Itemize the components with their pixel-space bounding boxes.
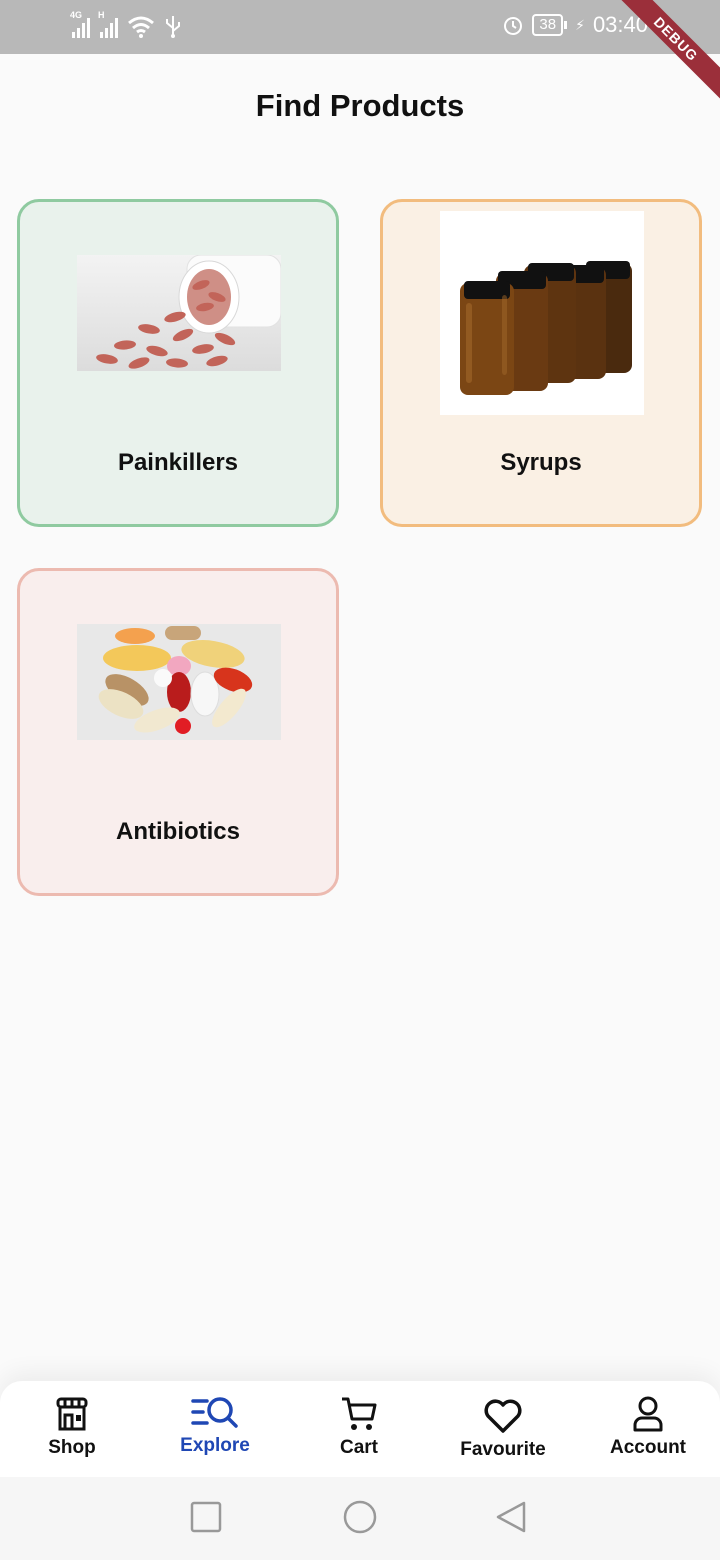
status-icons-left: 4G H [70, 10, 182, 38]
explore-search-icon [191, 1397, 238, 1428]
syrups-image [440, 211, 644, 415]
nav-label-account: Account [610, 1437, 686, 1458]
alarm-icon [504, 17, 523, 35]
status-icons-right: 38 ⚡ 03:40 [502, 12, 648, 38]
usb-icon [166, 16, 180, 38]
network-type-label: 4G [70, 10, 83, 20]
cell-signal-h-icon: H [98, 10, 118, 38]
cell-signal-4g-icon: 4G [70, 10, 90, 38]
bottom-navigation: Shop Explore Cart Favourite Account [0, 1381, 720, 1477]
cart-icon [342, 1397, 377, 1430]
category-card-syrups[interactable]: Syrups [380, 199, 702, 527]
nav-label-cart: Cart [339, 1437, 378, 1458]
category-label-syrups: Syrups [500, 449, 582, 476]
nav-item-account[interactable]: Account [576, 1395, 720, 1459]
user-icon [633, 1396, 663, 1432]
nav-label-explore: Explore [180, 1435, 250, 1456]
category-card-painkillers[interactable]: Painkillers [17, 199, 339, 527]
nav-item-shop[interactable]: Shop [0, 1395, 144, 1459]
recent-apps-button[interactable] [190, 1501, 222, 1533]
network-type-label: H [98, 10, 105, 20]
charging-icon: ⚡ [575, 16, 585, 33]
category-label-painkillers: Painkillers [117, 449, 239, 476]
nav-label-favourite: Favourite [460, 1439, 546, 1460]
battery-indicator: 38 [532, 14, 567, 36]
painkillers-image [77, 255, 281, 371]
nav-item-favourite[interactable]: Favourite [431, 1397, 575, 1461]
store-icon [56, 1397, 88, 1431]
clock-time: 03:40 [592, 12, 648, 37]
system-navigation-bar [0, 1477, 720, 1560]
antibiotics-image [77, 624, 281, 740]
category-card-antibiotics[interactable]: Antibiotics [17, 568, 339, 896]
nav-item-cart[interactable]: Cart [287, 1395, 431, 1459]
home-button[interactable] [342, 1499, 378, 1535]
heart-icon [484, 1399, 522, 1433]
nav-item-explore[interactable]: Explore [143, 1393, 287, 1457]
status-bar: 4G H 38 ⚡ 03:40 [0, 0, 720, 54]
page-title: Find Products [255, 88, 465, 123]
nav-label-shop: Shop [48, 1437, 96, 1458]
back-button[interactable] [494, 1499, 528, 1535]
category-label-antibiotics: Antibiotics [116, 818, 240, 845]
wifi-icon [128, 16, 154, 38]
